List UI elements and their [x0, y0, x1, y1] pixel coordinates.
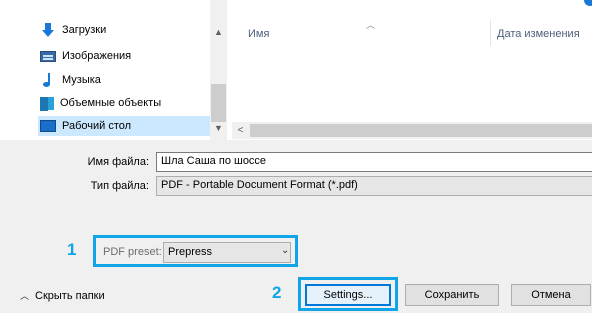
column-divider — [490, 20, 491, 46]
scroll-down-icon[interactable]: ▼ — [210, 120, 227, 137]
cancel-button[interactable]: Отмена — [511, 284, 591, 306]
filename-label: Имя файла: — [87, 156, 149, 168]
filetype-label: Тип файла: — [90, 180, 149, 192]
nav-item-label: Загрузки — [62, 24, 107, 36]
save-button[interactable]: Сохранить — [405, 284, 499, 306]
settings-button[interactable]: Settings... — [305, 284, 391, 306]
3d-objects-icon — [40, 96, 54, 111]
callout-number-2: 2 — [272, 283, 282, 302]
nav-item-3d-objects[interactable]: Объемные объекты — [40, 93, 210, 113]
column-header-name[interactable]: Имя — [248, 28, 269, 40]
file-list[interactable] — [232, 0, 592, 140]
horizontal-scroll-thumb[interactable] — [250, 124, 592, 137]
hide-folders-label: Скрыть папки — [35, 289, 105, 302]
nav-item-images[interactable]: Изображения — [40, 46, 210, 66]
callout-number-1: 1 — [67, 240, 77, 259]
nav-item-downloads[interactable]: Загрузки — [40, 20, 210, 40]
nav-item-label: Объемные объекты — [60, 97, 162, 109]
filename-input[interactable]: Шла Саша по шоссе — [156, 152, 592, 172]
hide-folders-button[interactable]: ︿ Скрыть папки — [20, 289, 105, 302]
download-icon — [40, 23, 56, 37]
column-header-date-modified[interactable]: Дата изменения — [497, 28, 580, 40]
nav-scroll-thumb[interactable] — [211, 84, 226, 122]
nav-item-desktop[interactable]: Рабочий стол — [38, 116, 210, 136]
music-icon — [40, 73, 56, 87]
nav-item-music[interactable]: Музыка — [40, 70, 210, 90]
scroll-left-icon[interactable]: < — [232, 122, 249, 139]
nav-item-label: Изображения — [62, 50, 132, 62]
sort-chevron-up-icon: ︿ — [366, 20, 376, 30]
nav-item-label: Рабочий стол — [62, 120, 132, 132]
filetype-select[interactable]: PDF - Portable Document Format (*.pdf) — [156, 176, 592, 196]
chevron-up-icon: ︿ — [20, 291, 30, 301]
scroll-up-icon[interactable]: ▲ — [210, 24, 227, 41]
images-icon — [40, 50, 56, 62]
chevron-down-icon[interactable]: ⌄ — [281, 245, 289, 256]
pdf-preset-select[interactable]: Prepress — [163, 242, 291, 263]
nav-item-label: Музыка — [62, 74, 101, 86]
desktop-icon — [40, 120, 56, 132]
navigation-pane: Загрузки Изображения Музыка Объемные объ… — [0, 0, 232, 140]
pdf-preset-label: PDF preset: — [103, 246, 162, 258]
